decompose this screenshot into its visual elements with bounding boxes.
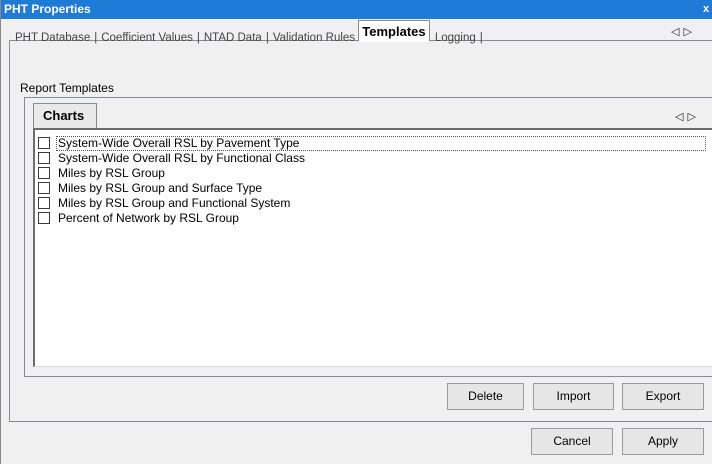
tab-scroll-arrows: ◁▷ [671, 25, 696, 38]
list-item-label: System-Wide Overall RSL by Functional Cl… [58, 151, 305, 165]
list-item[interactable]: Miles by RSL Group [38, 166, 708, 181]
scroll-left-icon[interactable]: ◁ [675, 111, 687, 123]
close-icon[interactable]: x [703, 0, 712, 19]
tab-separator: | [196, 32, 200, 44]
list-item[interactable]: System-Wide Overall RSL by Pavement Type [38, 136, 708, 151]
list-item-label: Percent of Network by RSL Group [58, 211, 239, 225]
checkbox[interactable] [38, 197, 50, 209]
cancel-button[interactable]: Cancel [531, 428, 613, 455]
title-bar[interactable]: PHT Properties x [1, 0, 712, 19]
section-label: Report Templates [20, 81, 114, 95]
delete-button[interactable]: Delete [447, 383, 524, 410]
tab-pht-database[interactable]: PHT Database [15, 32, 90, 44]
templates-listbox[interactable]: System-Wide Overall RSL by Pavement Type… [33, 128, 712, 367]
tab-separator: | [265, 32, 269, 44]
tab-separator: | [479, 32, 483, 44]
scroll-left-icon[interactable]: ◁ [671, 26, 683, 38]
list-item[interactable]: System-Wide Overall RSL by Functional Cl… [38, 151, 708, 166]
list-item-label: System-Wide Overall RSL by Pavement Type [58, 136, 300, 150]
checkbox[interactable] [38, 152, 50, 164]
window-title: PHT Properties [4, 2, 91, 16]
import-button[interactable]: Import [533, 383, 614, 410]
list-item[interactable]: Miles by RSL Group and Surface Type [38, 181, 708, 196]
tab-ntad-data[interactable]: NTAD Data [204, 32, 262, 44]
list-item-label: Miles by RSL Group and Surface Type [58, 181, 263, 195]
tab-validation-rules[interactable]: Validation Rules [273, 32, 355, 44]
tab-coefficient-values[interactable]: Coefficient Values [101, 32, 193, 44]
tab-separator: | [94, 32, 98, 44]
tab-templates[interactable]: Templates [358, 20, 430, 42]
tab-strip: PHT Database | Coefficient Values | NTAD Dat… [15, 20, 712, 44]
checkbox[interactable] [38, 212, 50, 224]
inner-tab-scroll-arrows: ◁▷ [675, 110, 700, 123]
export-button[interactable]: Export [622, 383, 704, 410]
list-item[interactable]: Percent of Network by RSL Group [38, 211, 708, 226]
list-item-label: Miles by RSL Group [58, 166, 165, 180]
tab-logging[interactable]: Logging [435, 32, 476, 44]
scroll-right-icon[interactable]: ▷ [683, 26, 695, 38]
list-item[interactable]: Miles by RSL Group and Functional System [38, 196, 708, 211]
apply-button[interactable]: Apply [622, 428, 704, 455]
checkbox[interactable] [38, 182, 50, 194]
list-item-label: Miles by RSL Group and Functional System [58, 196, 291, 210]
properties-window: PHT Properties x PHT Database | Coefficien… [0, 0, 712, 464]
checkbox[interactable] [38, 137, 50, 149]
scroll-right-icon[interactable]: ▷ [687, 111, 699, 123]
tab-charts[interactable]: Charts [33, 103, 97, 129]
checkbox[interactable] [38, 167, 50, 179]
